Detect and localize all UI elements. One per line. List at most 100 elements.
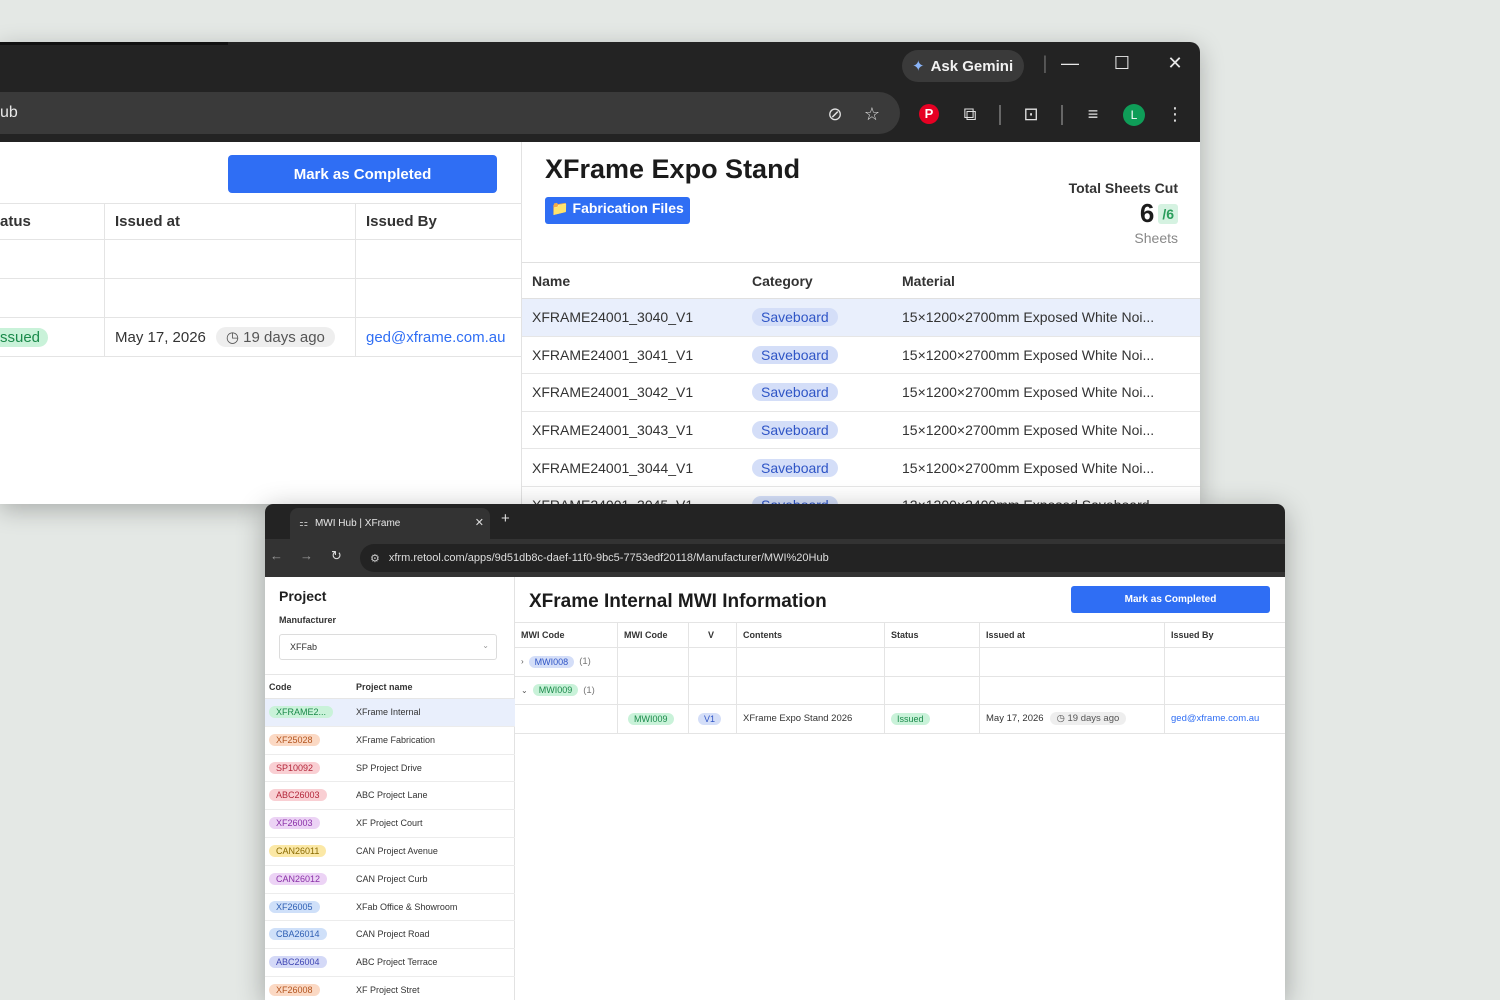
- table-row[interactable]: XFRAME24001_3045_V1Saveboard 12×1200×2400…: [522, 487, 1200, 504]
- reload-icon[interactable]: ↻: [331, 548, 342, 564]
- minimize-icon[interactable]: —: [1058, 53, 1082, 74]
- mark-as-completed-button[interactable]: Mark as Completed: [228, 155, 497, 193]
- mwi-code-column-header[interactable]: MWI Code: [618, 622, 689, 648]
- sidebar-title: Project: [279, 588, 327, 604]
- profile-avatar[interactable]: L: [1123, 104, 1145, 126]
- manufacturer-select[interactable]: XFFab ⌄: [279, 634, 497, 660]
- project-row[interactable]: CAN26012 CAN Project Curb: [265, 866, 515, 894]
- issued-by-email-link[interactable]: ged@xframe.com.au: [366, 329, 505, 346]
- project-code-badge: ABC26004: [269, 956, 327, 969]
- issued-by-column-header[interactable]: Issued By: [356, 203, 522, 240]
- project-code-badge: SP10092: [269, 761, 321, 774]
- project-title: XFrame Expo Stand: [545, 154, 801, 184]
- address-bar[interactable]: ⚙ xfrm.retool.com/apps/9d51db8c-daef-11f…: [360, 544, 1285, 572]
- group-count: (1): [579, 656, 591, 668]
- project-name: XFrame Internal: [356, 707, 421, 717]
- name-column-header[interactable]: Name: [522, 273, 752, 289]
- issued-at-cell: May 17, 2026 ◷ 19 days ago: [105, 318, 356, 357]
- chevron-right-icon[interactable]: ›: [521, 657, 524, 666]
- issued-by-column-header[interactable]: Issued By: [1165, 622, 1285, 648]
- group-row-mwi009[interactable]: ⌄ MWI009 (1): [515, 676, 618, 705]
- table-row[interactable]: XFRAME24001_3040_V1 Saveboard 15×1200×2700…: [522, 299, 1200, 337]
- project-row[interactable]: ABC26003 ABC Project Lane: [265, 782, 515, 811]
- table-row[interactable]: XFRAME24001_3042_V1 Saveboard 15×1200×2700…: [522, 374, 1200, 412]
- contents-column-header[interactable]: Contents: [737, 622, 885, 648]
- issued-date: May 17, 2026: [115, 328, 206, 346]
- version-column-header[interactable]: V: [689, 622, 737, 648]
- kebab-menu-icon[interactable]: ⋮: [1163, 102, 1187, 126]
- project-row[interactable]: CBA26014 CAN Project Road: [265, 921, 515, 950]
- tab-title: MWI Hub | XFrame: [314, 518, 401, 529]
- mark-as-completed-button[interactable]: Mark as Completed: [1071, 586, 1270, 613]
- new-tab-icon[interactable]: +: [501, 510, 510, 527]
- project-code-cell: ABC26004: [269, 956, 327, 969]
- project-row[interactable]: SP10092 SP Project Drive: [265, 755, 515, 783]
- issued-by-email-link[interactable]: ged@xframe.com.au: [1171, 713, 1259, 724]
- reading-list-icon[interactable]: ≡: [1081, 102, 1105, 126]
- issued-at-column-header[interactable]: Issued at: [980, 622, 1165, 648]
- table-row[interactable]: XFRAME24001_3043_V1 Saveboard 15×1200×2700…: [522, 412, 1200, 450]
- status-column-header[interactable]: Status: [885, 622, 980, 648]
- background-browser-window: ✦ Ask Gemini | — ☐ ✕ ub ⊘ ☆ P ⧉ ⊡ ≡ L ⋮ …: [0, 42, 1200, 504]
- bookmark-star-icon[interactable]: ☆: [860, 102, 884, 126]
- project-row[interactable]: ABC26004 ABC Project Terrace: [265, 949, 515, 977]
- sheet-name: XFRAME24001_3040_V1: [532, 309, 694, 326]
- category-column-header[interactable]: Category: [752, 273, 902, 289]
- pinterest-extension-icon[interactable]: P: [919, 104, 939, 124]
- active-tab[interactable]: ⚏ MWI Hub | XFrame ✕: [290, 508, 490, 539]
- back-arrow-icon[interactable]: ←: [270, 548, 283, 563]
- project-name-column-header[interactable]: Project name: [356, 682, 413, 692]
- close-window-icon[interactable]: ✕: [1163, 53, 1187, 74]
- project-row[interactable]: XF25028 XFrame Fabrication: [265, 727, 515, 755]
- tab-strip-edge: [0, 42, 228, 45]
- sheets-cut-number: 6: [1139, 198, 1155, 228]
- contents-cell: XFrame Expo Stand 2026: [737, 705, 885, 734]
- maximize-icon[interactable]: ☐: [1110, 53, 1134, 74]
- extensions-puzzle-icon[interactable]: ⧉: [958, 102, 982, 126]
- table-row[interactable]: XFRAME24001_3041_V1 Saveboard 15×1200×2700…: [522, 337, 1200, 375]
- chevron-down-icon[interactable]: ⌄: [521, 686, 528, 695]
- toolbar-separator: [1061, 105, 1063, 125]
- mwi-code-cell: MWI009: [618, 705, 689, 734]
- url-text: xfrm.retool.com/apps/9d51db8c-daef-11f0-…: [388, 552, 829, 564]
- project-row[interactable]: XF26003 XF Project Court: [265, 810, 515, 838]
- sheets-table: Name Category Material XFRAME24001_3040_…: [522, 262, 1200, 504]
- fabrication-files-button[interactable]: 📁 Fabrication Files: [545, 197, 690, 224]
- tab-bar: ⚏ MWI Hub | XFrame ✕ +: [265, 504, 1285, 539]
- code-column-header[interactable]: Code: [269, 682, 292, 692]
- project-row[interactable]: XFRAME2... XFrame Internal: [265, 699, 515, 727]
- project-code-cell: XF26008: [269, 984, 320, 996]
- issued-at-cell: May 17, 2026 ◷ 19 days ago: [980, 705, 1165, 734]
- status-badge: ssued: [0, 327, 49, 347]
- no-tracking-icon[interactable]: ⊘: [823, 102, 847, 126]
- status-column-header[interactable]: atus: [0, 203, 105, 240]
- tab-search-icon[interactable]: ⊡: [1019, 102, 1043, 126]
- project-row[interactable]: CAN26011 CAN Project Avenue: [265, 838, 515, 866]
- material-column-header[interactable]: Material: [902, 273, 1200, 289]
- relative-time-badge: ◷ 19 days ago: [215, 327, 335, 347]
- table-cell: [618, 648, 689, 677]
- title-bar: ✦ Ask Gemini | — ☐ ✕: [0, 42, 1200, 88]
- project-name: XFrame Fabrication: [356, 734, 436, 745]
- group-row-mwi008[interactable]: › MWI008 (1): [515, 648, 618, 677]
- close-tab-icon[interactable]: ✕: [475, 516, 484, 529]
- project-row[interactable]: XF26005 XFab Office & Showroom: [265, 894, 515, 922]
- issued-at-column-header[interactable]: Issued at: [105, 203, 356, 240]
- address-bar[interactable]: ub: [0, 92, 900, 134]
- total-sheets-label: Total Sheets Cut: [1068, 180, 1178, 196]
- site-settings-icon[interactable]: ⚙: [370, 552, 380, 565]
- version-badge: V1: [698, 712, 722, 725]
- table-row[interactable]: XFRAME24001_3044_V1 Saveboard 15×1200×2700…: [522, 449, 1200, 487]
- project-code-cell: XF26005: [269, 900, 320, 913]
- table-cell: [0, 240, 105, 279]
- project-row[interactable]: XF26008 XF Project Stret: [265, 977, 515, 1000]
- mwi-code-group-header[interactable]: MWI Code: [515, 622, 618, 648]
- ask-gemini-button[interactable]: ✦ Ask Gemini: [902, 50, 1024, 82]
- table-cell: [885, 648, 980, 677]
- mwi-code-badge: MWI009: [532, 684, 579, 697]
- forward-arrow-icon[interactable]: →: [300, 548, 313, 563]
- project-code-badge: XF26008: [269, 984, 320, 996]
- project-sidebar: Project Manufacturer XFFab ⌄ Code Projec…: [265, 577, 515, 1000]
- status-cell: ssued: [0, 318, 105, 357]
- separator: |: [1042, 53, 1048, 73]
